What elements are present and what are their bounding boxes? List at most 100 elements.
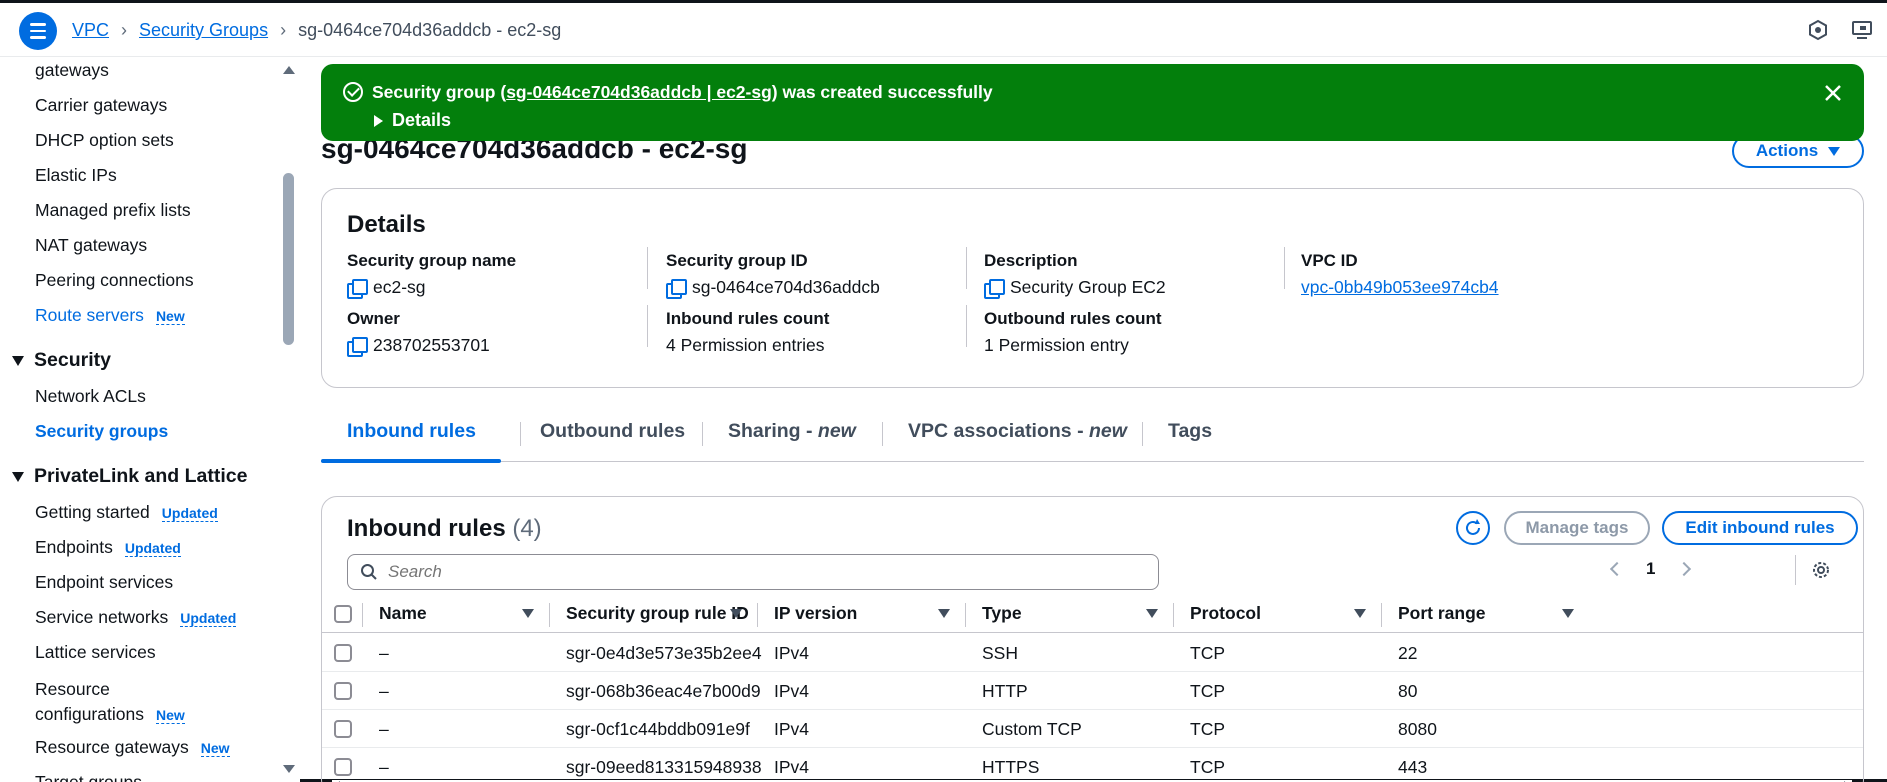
sidebar-item-lattice-services[interactable]: Lattice services <box>35 642 156 663</box>
menu-icon[interactable] <box>19 12 57 50</box>
field-label: Security group name <box>347 251 517 270</box>
table-row[interactable]: – sgr-068b36eac4e7b00d9 IPv4 HTTP TCP 80 <box>322 672 1863 710</box>
copy-icon[interactable] <box>347 278 368 299</box>
manage-tags-button[interactable]: Manage tags <box>1504 511 1650 545</box>
sidebar-item-elastic-ips[interactable]: Elastic IPs <box>35 165 117 186</box>
table-row[interactable]: – sgr-09eed813315948938 IPv4 HTTPS TCP 4… <box>322 748 1863 782</box>
sidebar-item-peering-connections[interactable]: Peering connections <box>35 270 194 291</box>
caret-down-icon <box>12 355 24 366</box>
sidebar-section-security[interactable]: Security <box>12 349 111 372</box>
breadcrumb-vpc[interactable]: VPC <box>72 20 109 41</box>
sidebar-item-security-groups[interactable]: Security groups <box>35 421 168 442</box>
field-value: 4 Permission entries <box>666 335 825 355</box>
field-label: Security group ID <box>666 251 808 270</box>
next-page-icon[interactable] <box>1677 561 1692 577</box>
edit-inbound-rules-button[interactable]: Edit inbound rules <box>1662 511 1858 545</box>
cell-ip-version: IPv4 <box>774 681 810 701</box>
sort-icon[interactable] <box>1562 609 1574 618</box>
cell-name: – <box>379 719 389 739</box>
sidebar-section-privatelink[interactable]: PrivateLink and Lattice <box>12 465 247 488</box>
field-value: 1 Permission entry <box>984 335 1129 355</box>
table-row[interactable]: – sgr-0cf1c44bddb091e9f IPv4 Custom TCP … <box>322 710 1863 748</box>
close-icon[interactable] <box>1822 82 1844 104</box>
column-divider <box>1381 603 1382 627</box>
scroll-down-icon[interactable] <box>283 765 295 773</box>
sort-icon[interactable] <box>1146 609 1158 618</box>
sidebar-item-route-servers[interactable]: Route servers New <box>35 305 185 326</box>
row-checkbox[interactable] <box>334 758 352 776</box>
column-header-type[interactable]: Type <box>982 603 1022 624</box>
sidebar-item-getting-started[interactable]: Getting started Updated <box>35 502 218 523</box>
caret-right-icon <box>374 114 383 127</box>
search-input[interactable] <box>388 562 1128 582</box>
copy-icon[interactable] <box>666 278 687 299</box>
sidebar-item-label: configurations <box>35 704 144 724</box>
sidebar-item-endpoints[interactable]: Endpoints Updated <box>35 537 181 558</box>
inbound-rules-heading: Inbound rules (4) <box>347 515 542 543</box>
sidebar-item-dhcp-option-sets[interactable]: DHCP option sets <box>35 130 174 151</box>
cell-protocol: TCP <box>1190 757 1225 777</box>
row-checkbox[interactable] <box>334 644 352 662</box>
row-checkbox[interactable] <box>334 682 352 700</box>
column-header-ip-version[interactable]: IP version <box>774 603 857 624</box>
sidebar-item-label: Service networks <box>35 607 169 627</box>
field-value: sg-0464ce704d36addcb <box>692 277 880 297</box>
refresh-button[interactable] <box>1456 511 1490 545</box>
sidebar-scrollbar[interactable] <box>283 173 294 345</box>
sort-icon[interactable] <box>938 609 950 618</box>
row-checkbox[interactable] <box>334 720 352 738</box>
flash-sg-link[interactable]: sg-0464ce704d36addcb | ec2-sg <box>506 82 772 102</box>
sidebar-item-resource-configurations[interactable]: Resource configurations New <box>35 677 185 728</box>
inbound-count-field: Inbound rules count 4 Permission entries <box>666 309 829 356</box>
cell-protocol: TCP <box>1190 681 1225 701</box>
table-row[interactable]: – sgr-0e4d3e573e35b2ee4 IPv4 SSH TCP 22 <box>322 634 1863 672</box>
sidebar-item-nat-gateways[interactable]: NAT gateways <box>35 235 147 256</box>
sidebar-item-carrier-gateways[interactable]: Carrier gateways <box>35 95 167 116</box>
owner-field: Owner 238702553701 <box>347 309 490 357</box>
tab-inbound-rules[interactable]: Inbound rules <box>347 420 476 443</box>
copy-icon[interactable] <box>347 336 368 357</box>
cell-port-range: 80 <box>1398 681 1418 701</box>
vpc-id-link[interactable]: vpc-0bb49b053ee974cb4 <box>1301 277 1499 298</box>
success-check-icon <box>343 82 363 102</box>
tab-divider <box>520 422 521 446</box>
new-badge: New <box>200 740 230 757</box>
search-field[interactable] <box>347 554 1159 590</box>
tab-outbound-rules[interactable]: Outbound rules <box>540 420 685 443</box>
column-header-protocol[interactable]: Protocol <box>1190 603 1261 624</box>
tab-tags[interactable]: Tags <box>1168 420 1212 443</box>
breadcrumb-security-groups[interactable]: Security Groups <box>139 20 268 41</box>
sort-icon[interactable] <box>522 609 534 618</box>
notifications-icon[interactable] <box>1807 19 1829 41</box>
sidebar-item-network-acls[interactable]: Network ACLs <box>35 386 146 407</box>
copy-icon[interactable] <box>984 278 1005 299</box>
sort-icon[interactable] <box>1354 609 1366 618</box>
sidebar-item-gateways[interactable]: gateways <box>35 60 109 81</box>
previous-page-icon[interactable] <box>1609 561 1625 577</box>
sort-icon[interactable] <box>730 609 742 618</box>
current-page[interactable]: 1 <box>1646 559 1655 579</box>
feedback-icon[interactable] <box>1851 19 1873 41</box>
sidebar-item-managed-prefix-lists[interactable]: Managed prefix lists <box>35 200 191 221</box>
tab-vpc-associations[interactable]: VPC associations - new <box>908 420 1127 443</box>
sidebar-item-target-groups[interactable]: Target groups <box>35 772 142 782</box>
sidebar-item-endpoint-services[interactable]: Endpoint services <box>35 572 173 593</box>
scroll-up-icon[interactable] <box>283 66 295 74</box>
cell-type: HTTP <box>982 681 1028 701</box>
tab-label: Sharing - <box>728 420 818 442</box>
column-header-port-range[interactable]: Port range <box>1398 603 1486 624</box>
select-all-checkbox[interactable] <box>334 605 352 623</box>
sidebar-item-resource-gateways[interactable]: Resource gateways New <box>35 737 230 758</box>
column-header-name[interactable]: Name <box>379 603 427 624</box>
cell-name: – <box>379 643 389 663</box>
chevron-right-icon: › <box>121 20 128 40</box>
tab-sharing[interactable]: Sharing - new <box>728 420 856 443</box>
sg-name-field: Security group name ec2-sg <box>347 251 517 299</box>
sidebar-item-service-networks[interactable]: Service networks Updated <box>35 607 237 628</box>
flash-details-toggle[interactable]: Details <box>374 110 451 131</box>
column-header-rule-id[interactable]: Security group rule ID <box>566 603 749 624</box>
cell-ip-version: IPv4 <box>774 643 810 663</box>
inbound-rules-container: Inbound rules (4) Manage tags Edit inbou… <box>321 496 1864 782</box>
outbound-count-field: Outbound rules count 1 Permission entry <box>984 309 1162 356</box>
gear-icon[interactable] <box>1810 559 1832 581</box>
